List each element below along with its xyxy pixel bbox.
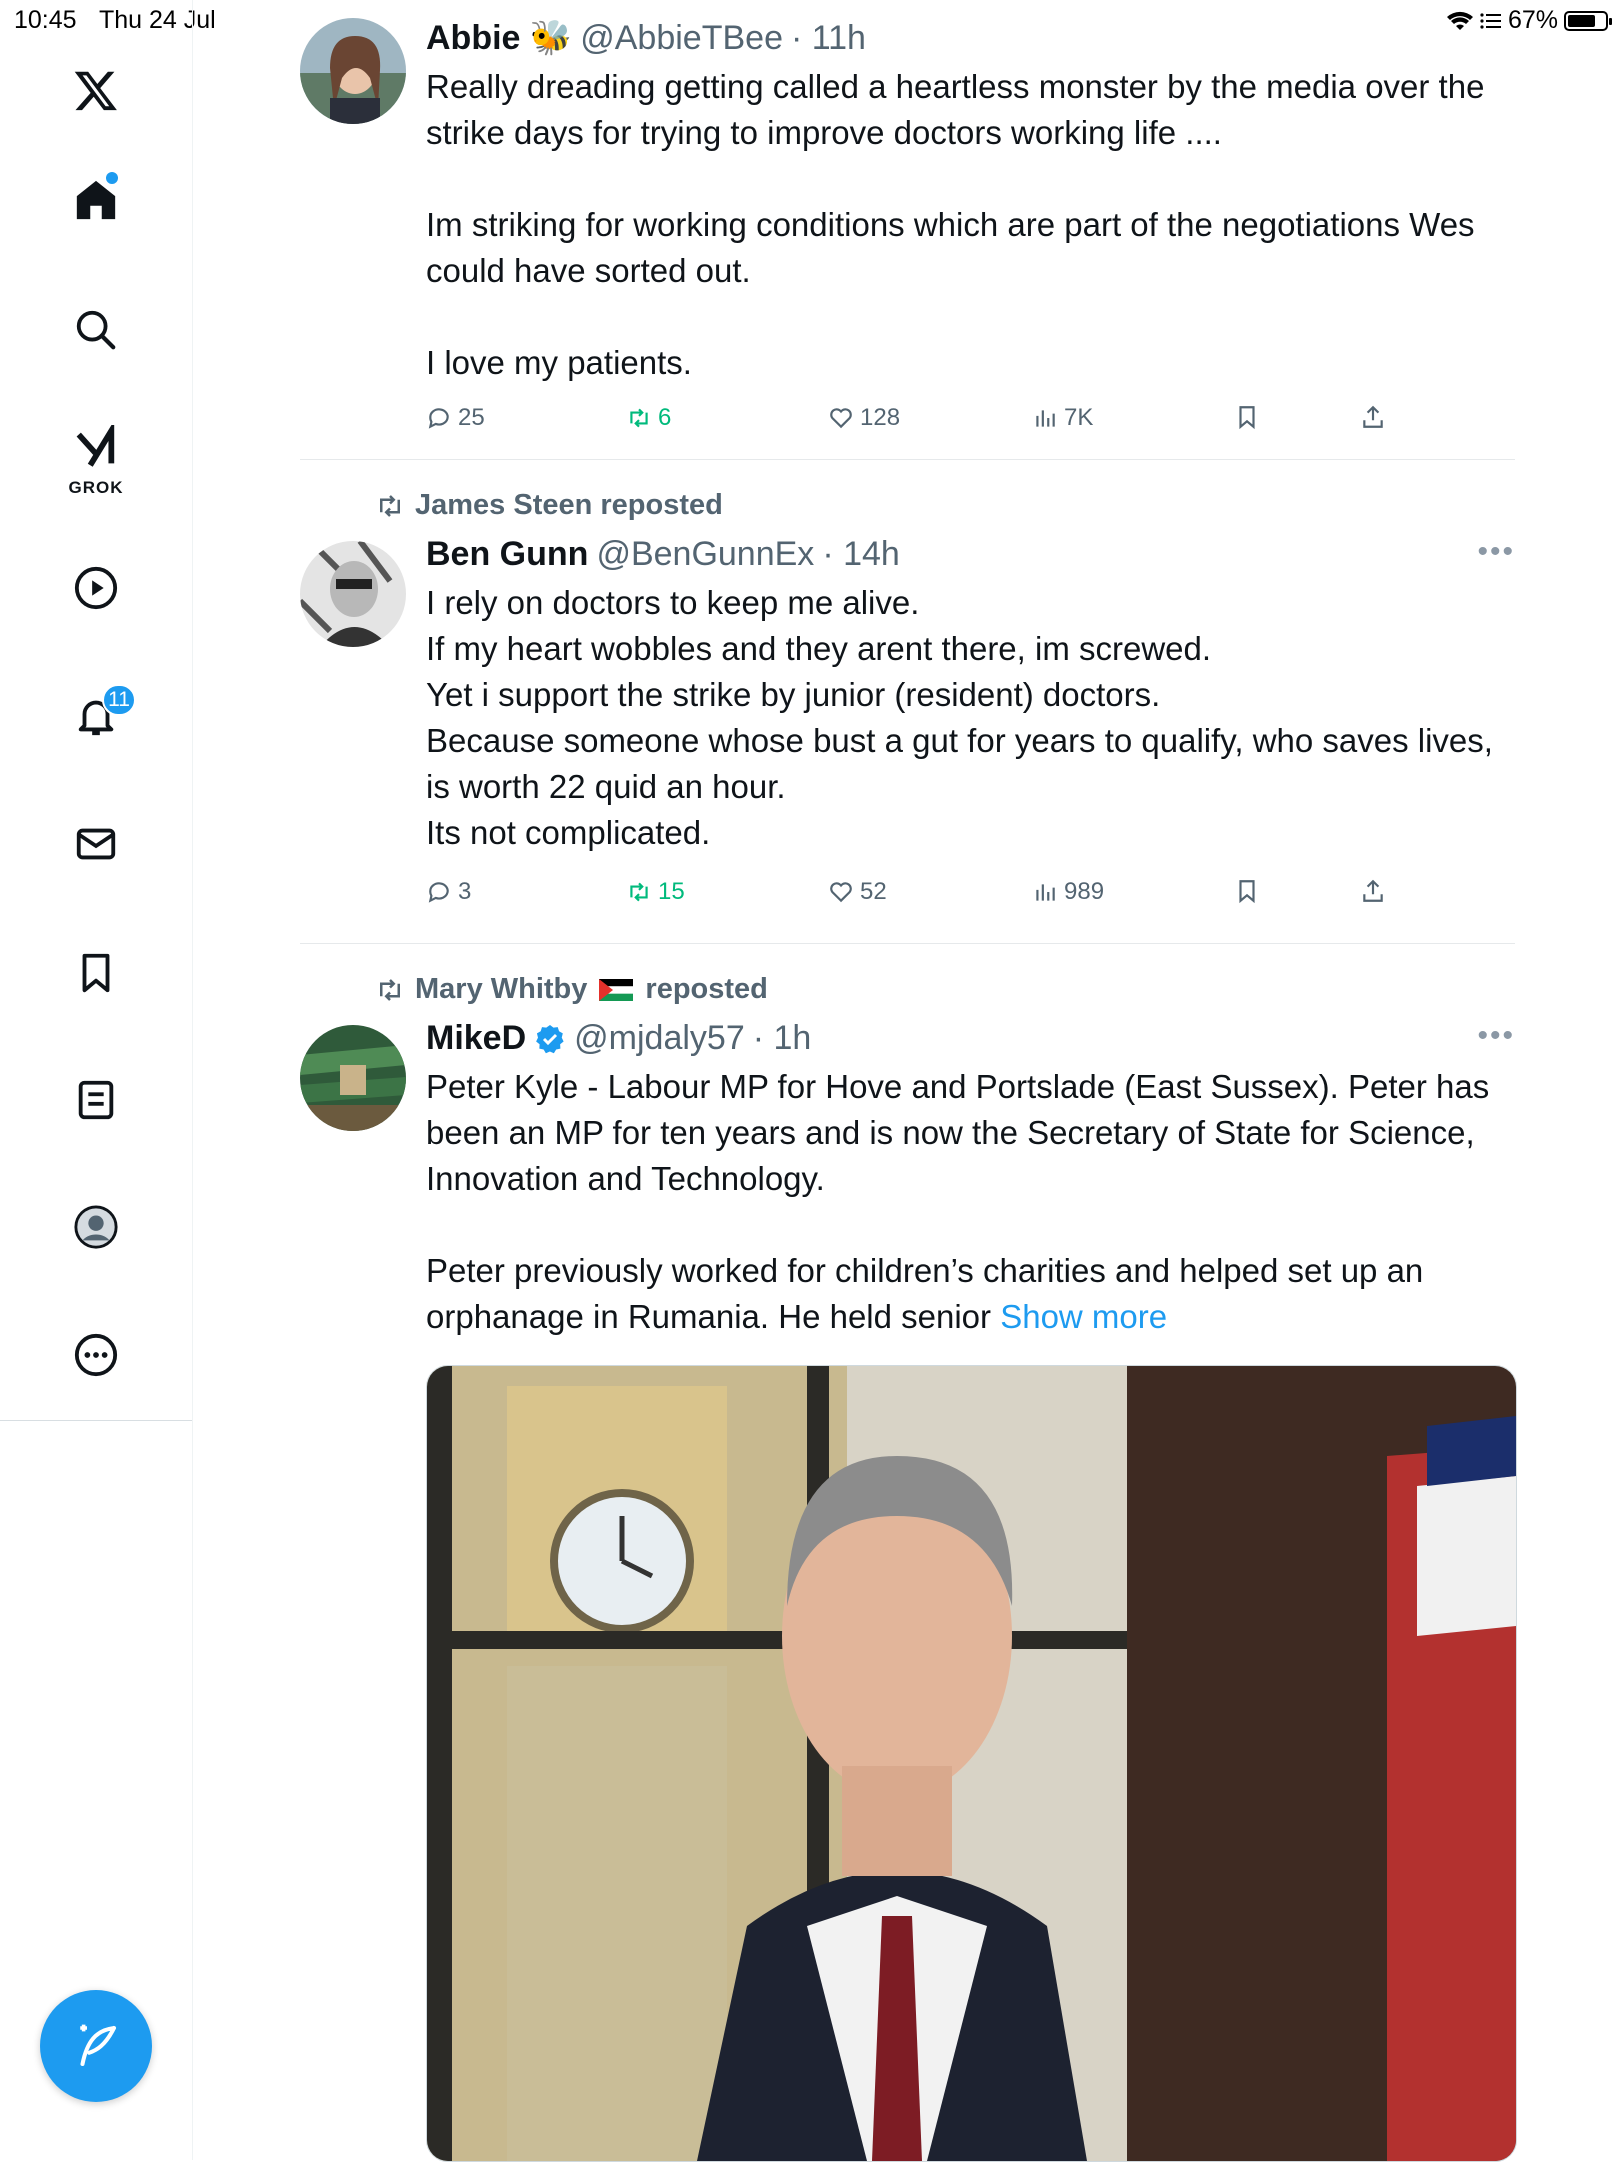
tweet-text: Peter Kyle - Labour MP for Hove and Port… [426, 1064, 1515, 1340]
author-name[interactable]: MikeD [426, 1019, 526, 1058]
views-chart-icon [1036, 410, 1055, 427]
heart-icon [830, 882, 852, 903]
views-chart-icon [1036, 884, 1055, 901]
reply-button[interactable]: 25 [426, 404, 485, 432]
bookmark-icon [1239, 880, 1255, 904]
compose-post-button[interactable] [40, 1990, 152, 2102]
tweet-text-body: Peter Kyle - Labour MP for Hove and Port… [426, 1068, 1490, 1335]
bookmarks-icon[interactable] [56, 933, 136, 1013]
tweet-content: Ben Gunn @BenGunnEx · 14h ••• I rely on … [426, 535, 1515, 856]
messages-envelope-icon[interactable] [56, 804, 136, 884]
tweet-header: MikeD @mjdaly57 · 1h [426, 1019, 1515, 1058]
bookmark-button[interactable] [1234, 878, 1260, 904]
share-icon [1363, 405, 1383, 428]
home-icon[interactable] [56, 160, 136, 240]
lists-icon[interactable] [56, 1060, 136, 1140]
grok-label: GROK [68, 478, 124, 497]
like-count: 128 [860, 404, 901, 431]
reply-button[interactable]: 3 [426, 878, 471, 906]
more-options-icon[interactable] [56, 1315, 136, 1395]
share-icon [1363, 879, 1383, 902]
tweet-image[interactable] [426, 1365, 1517, 2162]
post-time[interactable]: · 14h [822, 535, 900, 574]
heart-icon [830, 408, 852, 429]
views-button[interactable]: 989 [1032, 878, 1104, 906]
views-count: 989 [1064, 878, 1105, 905]
more-options-icon[interactable]: ••• [1477, 1019, 1515, 1053]
more-options-icon[interactable]: ••• [1477, 535, 1515, 569]
reposted-suffix: reposted [645, 973, 768, 1005]
post-time[interactable]: · 11h [791, 19, 866, 58]
reply-count: 3 [458, 878, 472, 905]
verified-badge-icon [536, 1024, 564, 1053]
reposted-by[interactable]: Mary Whitby reposted [375, 973, 768, 1006]
repost-icon [630, 882, 648, 902]
author-name[interactable]: Abbie 🐝 [426, 18, 572, 58]
like-button[interactable]: 128 [828, 404, 900, 432]
author-handle[interactable]: @BenGunnEx [596, 535, 814, 574]
bookmark-button[interactable] [1234, 404, 1260, 430]
tweet-content: MikeD @mjdaly57 · 1h ••• Peter Kyle - La… [426, 1019, 1515, 1340]
tweet-divider [300, 943, 1515, 944]
show-more-link[interactable]: Show more [1000, 1298, 1167, 1335]
repost-icon [630, 408, 648, 428]
bookmark-icon [1239, 406, 1255, 430]
battery-icon [1564, 10, 1612, 31]
avatar[interactable] [300, 541, 406, 647]
repost-indicator-icon [380, 978, 400, 1001]
tweet-header: Ben Gunn @BenGunnEx · 14h [426, 535, 1515, 574]
tweet-text: I rely on doctors to keep me alive. If m… [426, 584, 1493, 851]
search-icon[interactable] [56, 290, 136, 370]
avatar[interactable] [300, 18, 406, 124]
tweet-text: Really dreading getting called a heartle… [426, 68, 1485, 381]
reposted-by[interactable]: James Steen reposted [375, 489, 723, 522]
reply-icon [428, 408, 449, 429]
sidebar-divider [0, 1420, 192, 1421]
battery-percent: 67% [1507, 6, 1558, 34]
avatar[interactable] [300, 1025, 406, 1131]
repost-indicator-icon [380, 494, 400, 517]
notifications-badge: 11 [102, 684, 136, 716]
like-button[interactable]: 52 [828, 878, 887, 906]
grok-icon[interactable] [56, 408, 136, 488]
reposted-by-name: Mary Whitby [415, 973, 588, 1005]
author-handle[interactable]: @mjdaly57 [574, 1019, 745, 1058]
tweet-actions: 25 6 128 7K [426, 404, 1426, 444]
reposted-by-text: James Steen reposted [415, 489, 723, 521]
author-handle[interactable]: @AbbieTBee [580, 19, 783, 58]
x-logo-icon[interactable] [56, 50, 136, 130]
sidebar: GROK 11 [0, 0, 193, 2160]
reply-icon [428, 882, 449, 903]
tweet-actions: 3 15 52 989 [426, 878, 1426, 918]
video-icon[interactable] [56, 548, 136, 628]
repost-count: 15 [658, 878, 685, 905]
repost-button[interactable]: 6 [626, 404, 671, 432]
views-count: 7K [1064, 404, 1094, 431]
palestine-flag-icon [599, 978, 634, 1001]
like-count: 52 [860, 878, 887, 905]
share-button[interactable] [1360, 878, 1386, 904]
profile-avatar-icon[interactable] [56, 1187, 136, 1267]
share-button[interactable] [1360, 404, 1386, 430]
repost-button[interactable]: 15 [626, 878, 685, 906]
reply-count: 25 [458, 404, 485, 431]
tweet-content: Abbie 🐝 @AbbieTBee · 11h Really dreading… [426, 18, 1515, 386]
author-name[interactable]: Ben Gunn [426, 535, 588, 574]
tweet-header: Abbie 🐝 @AbbieTBee · 11h [426, 18, 1515, 58]
home-unread-dot [106, 172, 118, 184]
compose-feather-icon [80, 2024, 117, 2067]
post-time[interactable]: · 1h [753, 1019, 812, 1058]
views-button[interactable]: 7K [1032, 404, 1093, 432]
repost-count: 6 [658, 404, 672, 431]
tweet-divider [300, 459, 1515, 460]
